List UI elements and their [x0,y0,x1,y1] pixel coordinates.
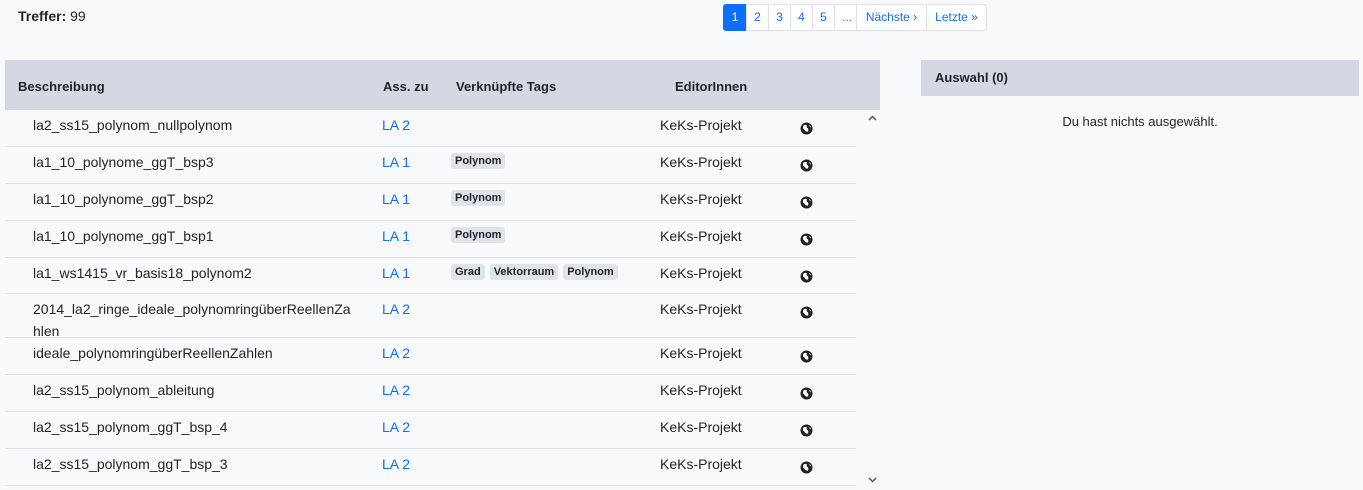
row-description: la1_10_polynome_ggT_bsp2 [33,191,214,207]
row-assigned-link[interactable]: LA 2 [382,379,410,401]
table-row[interactable]: la1_10_polynome_ggT_bsp1 LA 1 Polynom KeKs-… [5,221,856,258]
results-scrollbar[interactable] [865,110,880,489]
tag-badge: Polynom [563,264,618,280]
row-assigned-link[interactable]: LA 2 [382,453,410,475]
row-assigned-link[interactable]: LA 1 [382,151,410,173]
table-row[interactable]: la1_ws1415_vr_basis18_polynom2 LA 1 Grad Ve… [5,258,856,294]
row-editor: KeKs-Projekt [660,117,742,133]
globe-icon[interactable] [800,122,813,135]
tag-badge: Vektorraum [489,264,559,280]
results-table-header: Beschreibung Ass. zu Verknüpfte Tags Edi… [5,60,880,110]
page-3-button[interactable]: 3 [768,4,791,31]
table-row[interactable]: la1_10_polynome_ggT_bsp3 LA 1 Polynom KeKs-… [5,147,856,184]
row-editor: KeKs-Projekt [660,301,742,317]
results-panel: Beschreibung Ass. zu Verknüpfte Tags Edi… [5,60,880,489]
row-editor: KeKs-Projekt [660,456,742,472]
globe-icon[interactable] [800,461,813,474]
table-row[interactable]: la2_ss15_polynom_ableitung LA 2 KeKs-Proje… [5,375,856,412]
table-row[interactable]: ideale_polynomringüberReellenZahlen LA 2 K… [5,338,856,375]
table-row[interactable]: la1_10_polynome_ggT_bsp2 LA 1 Polynom KeKs-… [5,184,856,221]
row-description: la2_ss15_polynom_ggT_bsp_3 [33,456,228,472]
row-assigned-link[interactable]: LA 2 [382,298,410,320]
row-assigned-link[interactable]: LA 1 [382,225,410,247]
row-tags: Grad Vektorraum Polynom [451,264,618,280]
row-description: la2_ss15_polynom_nullpolynom [33,117,233,133]
table-row[interactable]: 2014_la2_ringe_ideale_polynomringüberRee… [5,294,856,339]
selection-title: Auswahl (0) [921,60,1359,96]
page-2-button[interactable]: 2 [746,4,769,31]
results-list: la2_ss15_polynom_nullpolynom LA 2 KeKs-Pro… [5,110,865,490]
column-header-tags[interactable]: Verknüpfte Tags [456,79,556,94]
globe-icon[interactable] [800,196,813,209]
hits-count: Treffer: 99 [18,8,86,24]
table-row[interactable]: la2_ss15_polynom_ggT_bsp_3 LA 2 KeKs-Proje… [5,449,856,486]
row-description: la1_10_polynome_ggT_bsp3 [33,154,214,170]
row-tags: Polynom [451,190,506,206]
row-assigned-link[interactable]: LA 2 [382,342,410,364]
row-editor: KeKs-Projekt [660,154,742,170]
globe-icon[interactable] [800,159,813,172]
row-assigned-link[interactable]: LA 1 [382,188,410,210]
pagination: 1 2 3 4 5 ... Nächste › Letzte » [723,4,987,31]
column-header-assigned[interactable]: Ass. zu [383,79,429,94]
page-1-button[interactable]: 1 [723,4,747,31]
chevron-down-icon[interactable] [867,474,878,485]
page-5-button[interactable]: 5 [812,4,835,31]
page-ellipsis: ... [834,4,857,31]
row-editor: KeKs-Projekt [660,382,742,398]
row-tags: Polynom [451,227,506,243]
row-description: la2_ss15_polynom_ggT_bsp_4 [33,419,228,435]
selection-panel: Auswahl (0) Du hast nichts ausgewählt. [921,60,1359,129]
row-description: la1_ws1415_vr_basis18_polynom2 [33,265,252,281]
column-header-description[interactable]: Beschreibung [18,79,105,94]
tag-badge: Polynom [451,227,506,243]
row-editor: KeKs-Projekt [660,191,742,207]
chevron-up-icon[interactable] [867,113,878,124]
globe-icon[interactable] [800,350,813,363]
row-description: ideale_polynomringüberReellenZahlen [33,345,273,361]
globe-icon[interactable] [800,387,813,400]
row-assigned-link[interactable]: LA 1 [382,262,410,284]
table-row[interactable]: la2_ss15_polynom_ggT_bsp_4 LA 2 KeKs-Proje… [5,412,856,449]
row-assigned-link[interactable]: LA 2 [382,114,410,136]
hits-value: 99 [70,8,86,24]
page-4-button[interactable]: 4 [790,4,813,31]
globe-icon[interactable] [800,270,813,283]
globe-icon[interactable] [800,424,813,437]
column-header-editors[interactable]: EditorInnen [675,79,747,94]
row-description: 2014_la2_ringe_ideale_polynomringüberRee… [33,301,351,339]
row-editor: KeKs-Projekt [660,265,742,281]
last-page-button[interactable]: Letzte » [926,4,987,31]
tag-badge: Grad [451,264,485,280]
row-editor: KeKs-Projekt [660,345,742,361]
next-page-button[interactable]: Nächste › [856,4,927,31]
selection-empty-text: Du hast nichts ausgewählt. [1062,114,1218,129]
row-editor: KeKs-Projekt [660,228,742,244]
tag-badge: Polynom [451,190,506,206]
row-description: la1_10_polynome_ggT_bsp1 [33,228,214,244]
globe-icon[interactable] [800,233,813,246]
tag-badge: Polynom [451,153,506,169]
row-description: la2_ss15_polynom_ableitung [33,382,215,398]
row-assigned-link[interactable]: LA 2 [382,416,410,438]
row-tags: Polynom [451,153,506,169]
row-editor: KeKs-Projekt [660,419,742,435]
globe-icon[interactable] [800,306,813,319]
hits-label: Treffer: [18,8,67,24]
table-row[interactable]: la2_ss15_polynom_nullpolynom LA 2 KeKs-Pro… [5,110,856,147]
